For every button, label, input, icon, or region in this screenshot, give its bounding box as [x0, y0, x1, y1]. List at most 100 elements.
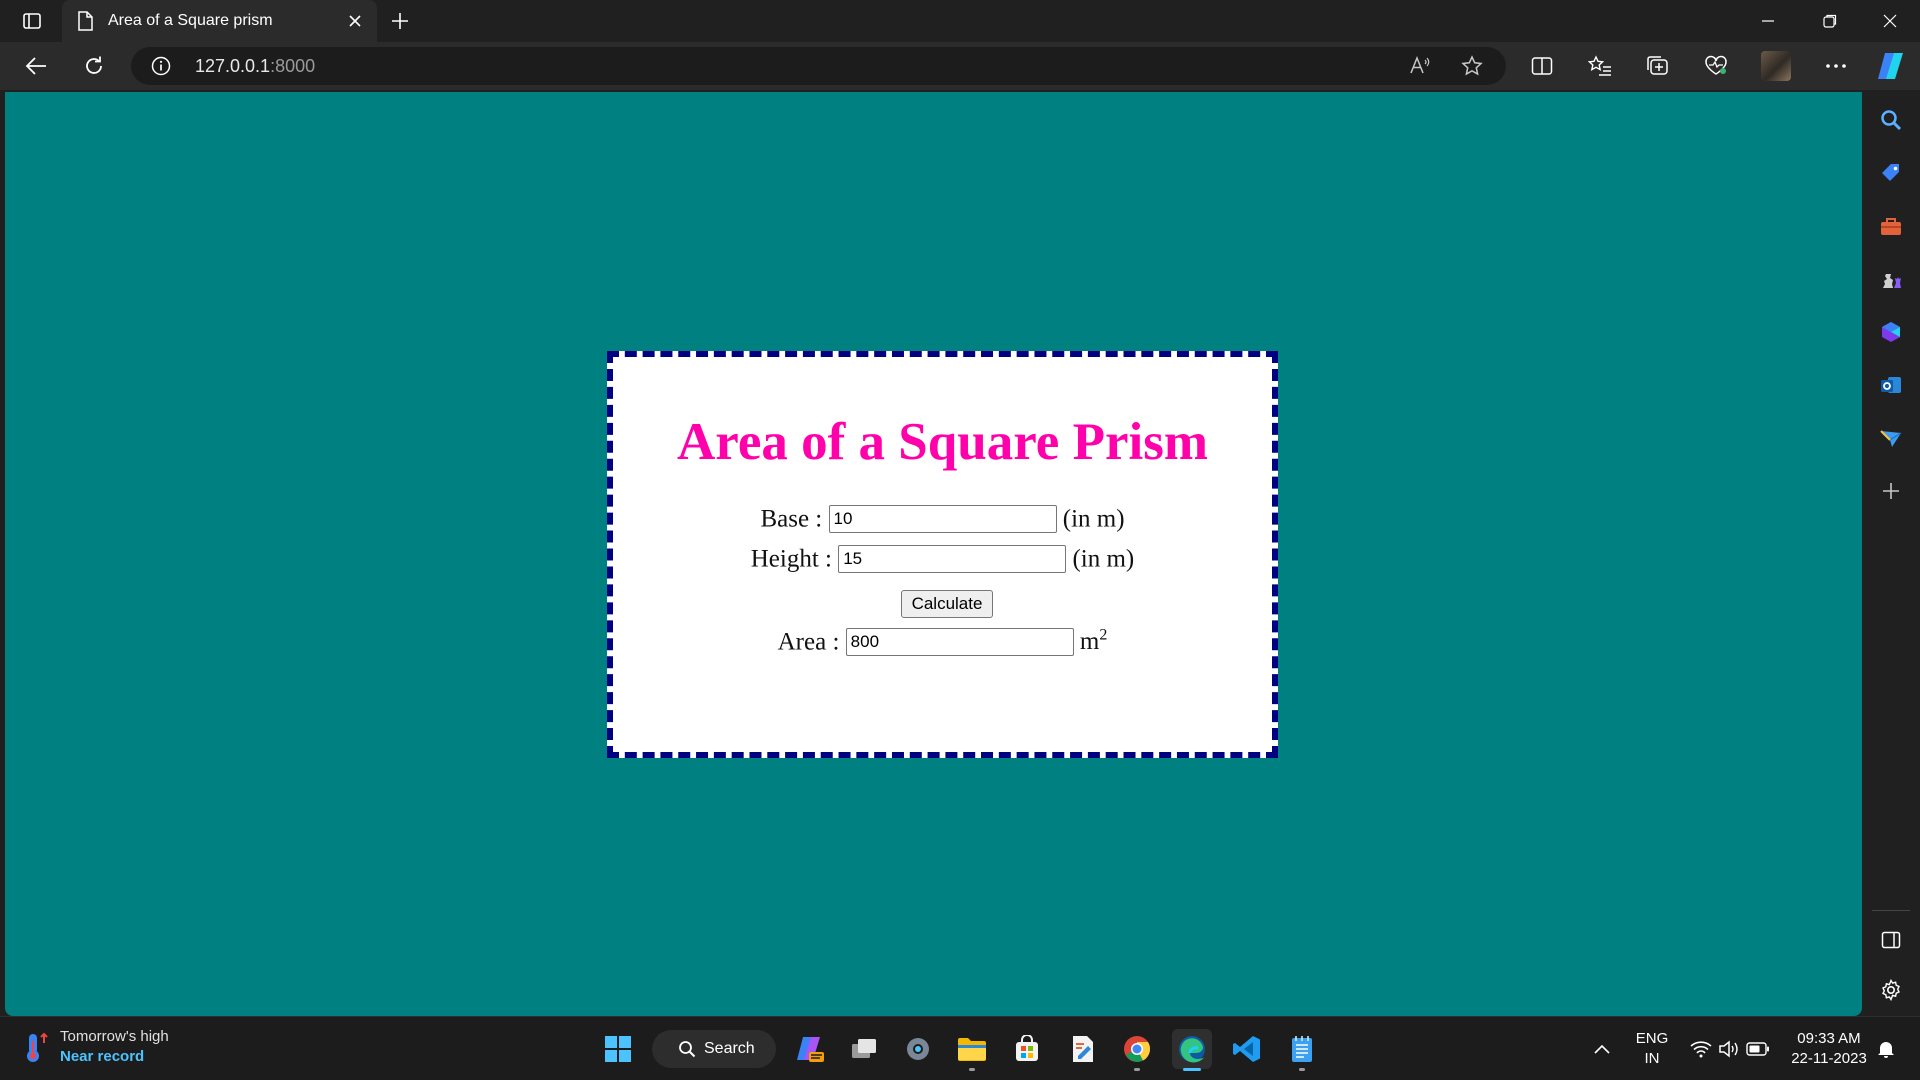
read-aloud-icon	[1410, 55, 1430, 74]
height-input[interactable]	[838, 545, 1067, 574]
refresh-icon	[86, 56, 102, 74]
area-unit-exponent: 2	[1099, 626, 1108, 644]
new-tab-button[interactable]	[384, 6, 416, 36]
show-hidden-icons-button[interactable]	[1582, 1029, 1622, 1069]
browser-toolbar: 127.0.0.1:8000	[0, 42, 1920, 90]
back-arrow-icon	[25, 57, 46, 75]
close-window-button[interactable]	[1862, 0, 1918, 42]
page-heading: Area of a Square Prism	[677, 413, 1208, 471]
volume-icon	[1719, 1040, 1738, 1058]
taskbar-microsoft-store[interactable]	[1007, 1029, 1047, 1069]
url-port: :8000	[270, 56, 316, 76]
bell-icon	[1878, 1042, 1894, 1058]
gear-icon	[1882, 979, 1900, 1001]
tab-actions-button[interactable]	[14, 6, 50, 36]
split-screen-button[interactable]	[1524, 50, 1560, 82]
tab-close-button[interactable]	[343, 9, 367, 33]
active-indicator	[1183, 1068, 1201, 1071]
copilot-preview-icon	[797, 1037, 824, 1062]
language-indicator[interactable]: ENG IN	[1628, 1029, 1676, 1069]
language-line1: ENG	[1635, 1030, 1669, 1047]
sidebar-shopping-button[interactable]	[1875, 157, 1907, 189]
taskbar-settings[interactable]	[898, 1029, 938, 1069]
address-bar[interactable]: 127.0.0.1:8000	[131, 47, 1506, 85]
taskbar-copilot-preview[interactable]	[790, 1029, 830, 1069]
area-unit-base: m	[1079, 628, 1100, 656]
read-aloud-button[interactable]	[1402, 50, 1438, 82]
calculator-card: Area of a Square Prism Base : (in m) Hei…	[607, 351, 1278, 758]
split-screen-icon	[1531, 57, 1553, 75]
base-input[interactable]	[828, 505, 1057, 534]
taskbar-task-view[interactable]	[844, 1029, 884, 1069]
collections-icon	[1647, 56, 1668, 75]
url-text[interactable]: 127.0.0.1:8000	[195, 47, 315, 85]
area-output[interactable]	[845, 628, 1074, 657]
close-icon	[349, 15, 361, 27]
minimize-button[interactable]	[1740, 0, 1796, 42]
taskbar-edge[interactable]	[1172, 1029, 1212, 1071]
browser-tab[interactable]: Area of a Square prism	[62, 0, 377, 42]
page-viewport: Area of a Square Prism Base : (in m) Hei…	[5, 92, 1862, 1016]
base-row: Base : (in m)	[613, 504, 1272, 534]
running-indicator	[1299, 1068, 1305, 1071]
wifi-icon	[1690, 1041, 1712, 1058]
settings-and-more-button[interactable]	[1818, 50, 1854, 82]
clock-time: 09:33 AM	[1797, 1030, 1861, 1047]
favorites-button[interactable]	[1582, 50, 1618, 82]
height-row: Height : (in m)	[613, 544, 1272, 574]
search-icon	[1881, 110, 1902, 131]
quick-settings-button[interactable]	[1680, 1029, 1780, 1069]
restore-button[interactable]	[1802, 0, 1858, 42]
refresh-button[interactable]	[76, 50, 112, 82]
profile-button[interactable]	[1758, 50, 1794, 82]
shopping-tag-icon	[1882, 164, 1899, 181]
sidebar-settings-button[interactable]	[1875, 974, 1907, 1006]
thermometer-icon	[27, 1032, 48, 1062]
browser-essentials-button[interactable]	[1698, 50, 1734, 82]
taskbar-file-explorer[interactable]	[952, 1029, 992, 1071]
outlook-icon	[1881, 377, 1901, 393]
taskbar-chrome[interactable]	[1117, 1029, 1157, 1071]
chevron-up-icon	[1594, 1044, 1610, 1054]
tab-title: Area of a Square prism	[108, 12, 273, 29]
edge-sidebar	[1862, 92, 1920, 1016]
sidebar-games-button[interactable]	[1875, 263, 1907, 295]
calculate-button[interactable]: Calculate	[901, 590, 993, 618]
sidebar-hide-button[interactable]	[1875, 924, 1907, 956]
copilot-icon	[1878, 53, 1903, 79]
notifications-button[interactable]	[1866, 1029, 1906, 1069]
copilot-button[interactable]	[1873, 48, 1909, 84]
vertical-tabs-icon	[23, 13, 41, 29]
url-host: 127.0.0.1	[195, 56, 271, 76]
taskbar-notepad[interactable]	[1282, 1029, 1322, 1071]
edge-icon	[1179, 1036, 1205, 1063]
title-bar: Area of a Square prism	[0, 0, 1920, 42]
site-info-icon[interactable]	[151, 56, 171, 76]
favorite-button[interactable]	[1454, 50, 1490, 82]
start-button[interactable]	[598, 1029, 638, 1069]
taskbar-search[interactable]: Search	[652, 1030, 776, 1068]
height-unit: (in m)	[1072, 545, 1135, 573]
sidebar-outlook-button[interactable]	[1875, 369, 1907, 401]
search-icon	[679, 1041, 696, 1058]
sidebar-add-button[interactable]	[1875, 475, 1907, 507]
weather-widget[interactable]: Tomorrow's high Near record	[22, 1027, 169, 1067]
sidebar-drop-button[interactable]	[1875, 422, 1907, 454]
base-unit: (in m)	[1062, 505, 1125, 533]
taskbar-pdf-editor[interactable]	[1063, 1029, 1103, 1069]
sidebar-search-button[interactable]	[1875, 104, 1907, 136]
sidebar-microsoft365-button[interactable]	[1875, 316, 1907, 348]
heart-pulse-icon	[1705, 55, 1727, 75]
page-icon	[78, 11, 93, 31]
avatar	[1761, 51, 1791, 81]
microsoft365-icon	[1882, 322, 1900, 342]
sidebar-tools-button[interactable]	[1875, 210, 1907, 242]
pdf-pen-icon	[1073, 1036, 1093, 1062]
clock[interactable]: 09:33 AM 22-11-2023	[1786, 1029, 1872, 1069]
back-button[interactable]	[18, 50, 54, 82]
plus-icon	[392, 13, 408, 29]
collections-button[interactable]	[1640, 50, 1676, 82]
taskbar-vscode[interactable]	[1227, 1029, 1267, 1069]
windows-logo-icon	[605, 1036, 631, 1062]
notepad-icon	[1292, 1036, 1312, 1062]
